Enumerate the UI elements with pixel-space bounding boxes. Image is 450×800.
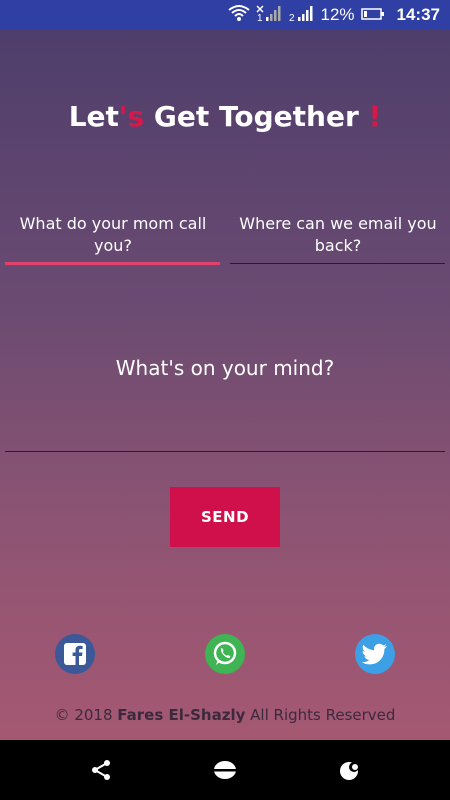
name-field-label[interactable]: What do your mom call you? (8, 213, 218, 257)
email-field-label[interactable]: Where can we email you back? (232, 213, 444, 257)
email-field-underline (230, 263, 445, 264)
wifi-icon (228, 4, 251, 26)
share-icon (92, 760, 110, 780)
twitter-button[interactable] (355, 634, 395, 674)
page-title: Let's Get Together ! (0, 100, 450, 133)
send-button[interactable]: SEND (170, 487, 280, 547)
twitter-icon (362, 643, 387, 665)
whatsapp-button[interactable] (205, 634, 245, 674)
navigation-bar (0, 740, 450, 800)
clock: 14:37 (396, 5, 440, 24)
footer-suffix: All Rights Reserved (245, 706, 396, 724)
signal-2-icon: 2 (288, 4, 314, 26)
signal-1-icon: 1 (256, 4, 282, 26)
battery-percent: 12% (320, 5, 355, 24)
message-field-label[interactable]: What's on your mind? (0, 356, 450, 380)
status-icons: 1 2 12% 14:37 (228, 0, 440, 30)
footer-author: Fares El-Shazly (117, 706, 246, 724)
footer-prefix: © 2018 (54, 706, 118, 724)
app-screen: 1 2 12% 14:37 Let's Get Together ! What … (0, 0, 450, 800)
whatsapp-icon (213, 641, 237, 665)
name-field-underline (5, 262, 220, 265)
title-part-2: Get Together (144, 100, 369, 133)
home-button[interactable] (212, 757, 238, 783)
title-apostrophe: 's (118, 100, 145, 133)
contact-form: Let's Get Together ! What do your mom ca… (0, 30, 450, 740)
sim-1-label: 1 (257, 13, 263, 22)
copyright-footer: © 2018 Fares El-Shazly All Rights Reserv… (0, 706, 450, 724)
status-bar: 1 2 12% 14:37 (0, 0, 450, 30)
facebook-icon (64, 643, 86, 665)
share-button[interactable] (88, 757, 114, 783)
title-part-1: Let (68, 100, 119, 133)
recent-apps-icon (340, 762, 359, 780)
message-field-underline (5, 451, 445, 452)
home-circle-icon (213, 761, 237, 779)
title-exclamation: ! (368, 100, 382, 133)
recent-apps-button[interactable] (337, 757, 363, 783)
facebook-button[interactable] (55, 634, 95, 674)
battery-icon (360, 6, 385, 25)
sim-2-label: 2 (289, 13, 295, 22)
